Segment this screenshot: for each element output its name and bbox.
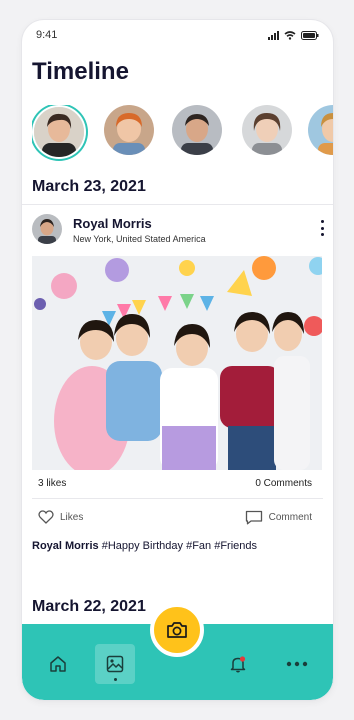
bell-icon <box>230 656 246 673</box>
like-button[interactable]: Likes <box>38 510 83 524</box>
comments-count[interactable]: 0 Comments <box>255 478 312 489</box>
more-vertical-icon[interactable] <box>319 220 325 236</box>
battery-icon <box>301 30 319 40</box>
tab-notifications[interactable] <box>218 644 258 684</box>
signal-icon <box>268 30 279 40</box>
phone-screen: 9:41 Timeline March 23, 2021 Royal Morri… <box>22 20 333 700</box>
camera-icon <box>167 622 187 638</box>
caption-hashtags[interactable]: #Happy Birthday #Fan #Friends <box>102 540 257 552</box>
post-author-avatar[interactable] <box>32 214 62 244</box>
more-horizontal-icon <box>286 661 308 667</box>
status-icons <box>268 30 319 40</box>
post-location: New York, United Stated America <box>73 234 206 244</box>
story-avatar[interactable] <box>172 105 222 155</box>
section-date: March 23, 2021 <box>32 178 146 195</box>
tab-more[interactable] <box>277 644 317 684</box>
stories-row <box>32 105 333 161</box>
post-author-name[interactable]: Royal Morris <box>73 216 152 231</box>
comment-icon <box>245 510 262 525</box>
active-tab-indicator <box>114 678 117 681</box>
tab-gallery[interactable] <box>95 644 135 684</box>
comment-label: Comment <box>268 512 312 523</box>
status-bar: 9:41 <box>36 29 319 43</box>
divider <box>32 498 323 499</box>
post-caption: Royal Morris #Happy Birthday #Fan #Frien… <box>32 540 257 552</box>
status-time: 9:41 <box>36 29 58 41</box>
post-photo[interactable] <box>32 256 322 470</box>
story-avatar[interactable] <box>308 105 333 155</box>
caption-author[interactable]: Royal Morris <box>32 540 99 552</box>
story-avatar[interactable] <box>34 107 84 157</box>
image-icon <box>106 655 124 673</box>
likes-count[interactable]: 3 likes <box>38 478 66 489</box>
like-label: Likes <box>60 511 84 523</box>
tab-home[interactable] <box>38 644 78 684</box>
camera-button[interactable] <box>150 603 204 657</box>
home-icon <box>50 656 66 672</box>
divider <box>22 204 333 205</box>
section-date: March 22, 2021 <box>32 598 146 615</box>
comment-button[interactable]: Comment <box>245 510 312 525</box>
heart-icon <box>38 510 54 524</box>
wifi-icon <box>284 30 296 40</box>
story-avatar[interactable] <box>242 105 292 155</box>
page-title: Timeline <box>32 58 129 85</box>
story-avatar[interactable] <box>104 105 154 155</box>
